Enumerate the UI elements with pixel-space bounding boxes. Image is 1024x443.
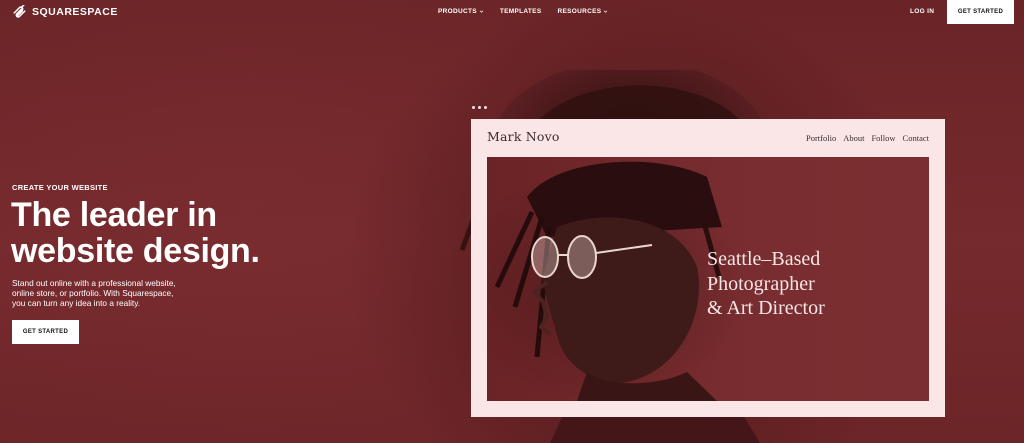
dot <box>472 106 475 109</box>
logo-text: SQUARESPACE <box>32 6 118 18</box>
squarespace-logo-icon <box>13 5 26 18</box>
hero-description-line3: you can turn any idea into a reality. <box>12 298 141 308</box>
nav-templates-label: TEMPLATES <box>499 8 542 15</box>
preview-nav-about[interactable]: About <box>843 133 864 143</box>
nav-products[interactable]: PRODUCTS <box>438 8 484 15</box>
preview-brand: Mark Novo <box>487 129 560 144</box>
top-navbar: SQUARESPACE PRODUCTS TEMPLATES RESOURCES… <box>0 0 1024 24</box>
preview-hero-image: Seattle–Based Photographer & Art Directo… <box>487 157 929 401</box>
preview-nav: Portfolio About Follow Contact <box>806 133 929 143</box>
hero-description-line2: online store, or portfolio. With Squares… <box>12 288 174 298</box>
preview-heading-line1: Seattle–Based <box>707 248 821 270</box>
nav-templates[interactable]: TEMPLATES <box>500 8 542 15</box>
hero-eyebrow: CREATE YOUR WEBSITE <box>12 183 108 192</box>
dot <box>478 106 481 109</box>
preview-nav-contact[interactable]: Contact <box>903 133 929 143</box>
nav-links: PRODUCTS TEMPLATES RESOURCES <box>438 8 608 15</box>
template-preview-card[interactable]: Mark Novo Portfolio About Follow Contact <box>471 119 945 417</box>
preview-nav-portfolio[interactable]: Portfolio <box>806 133 836 143</box>
chevron-down-icon <box>479 10 484 13</box>
get-started-hero-button[interactable]: GET STARTED <box>12 320 79 344</box>
dot <box>484 106 487 109</box>
hero-description: Stand out online with a professional web… <box>12 278 212 308</box>
more-dots-icon <box>472 106 487 109</box>
nav-resources[interactable]: RESOURCES <box>557 8 608 15</box>
preview-heading-line3: & Art Director <box>707 297 825 319</box>
login-link[interactable]: LOG IN <box>910 8 934 15</box>
hero-headline-line2: website design. <box>11 232 260 270</box>
preview-heading: Seattle–Based Photographer & Art Directo… <box>707 247 897 321</box>
chevron-down-icon <box>604 10 608 13</box>
preview-nav-follow[interactable]: Follow <box>871 133 895 143</box>
nav-resources-label: RESOURCES <box>557 8 602 15</box>
hero-headline-line1: The leader in <box>11 196 217 234</box>
logo[interactable]: SQUARESPACE <box>12 5 118 19</box>
hero-description-line1: Stand out online with a professional web… <box>12 278 176 288</box>
hero-headline: The leader in website design. <box>11 197 331 269</box>
nav-products-label: PRODUCTS <box>438 8 477 15</box>
get-started-nav-button[interactable]: GET STARTED <box>947 0 1014 24</box>
preview-heading-line2: Photographer <box>707 272 815 295</box>
